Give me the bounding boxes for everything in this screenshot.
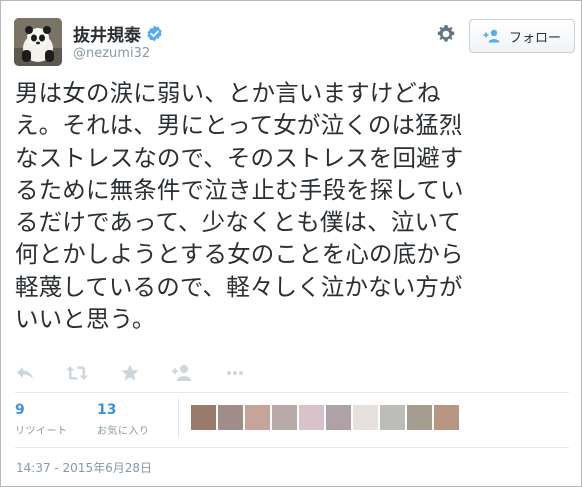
tweet-line: るだけであって、少なくとも僕は、泣いて	[15, 208, 462, 237]
follow-person-icon	[483, 29, 500, 43]
follow-person-icon[interactable]	[171, 363, 193, 383]
tweet-text: 男は女の涙に弱い、とか言いますけどね え。それは、男にとって女が泣くのは猛烈 な…	[15, 77, 573, 335]
follow-label: フォロー	[508, 30, 561, 46]
retweet-count[interactable]: 9	[15, 402, 68, 418]
tweet-line: いいと思う。	[15, 305, 156, 334]
favoriter-avatar[interactable]	[380, 405, 405, 430]
reply-icon[interactable]	[15, 363, 35, 383]
tweet-card: 抜井規泰 @nezumi32 フォロー 男は女の涙に弱い、とか言いますけどね え…	[0, 0, 582, 487]
favoriter-avatar[interactable]	[353, 405, 378, 430]
retweet-label: リツイート	[15, 426, 68, 437]
favoriter-avatar[interactable]	[218, 405, 243, 430]
avatar-image	[14, 18, 62, 66]
user-handle[interactable]: @nezumi32	[73, 46, 150, 61]
follow-button[interactable]: フォロー	[469, 19, 575, 53]
more-icon[interactable]	[225, 363, 245, 383]
divider	[15, 392, 569, 393]
favoriter-avatar[interactable]	[326, 405, 351, 430]
favorite-stat[interactable]: 13 お気に入り	[97, 402, 150, 437]
favoriter-avatar[interactable]	[245, 405, 270, 430]
timestamp[interactable]: 14:37 - 2015年6月28日	[16, 459, 152, 476]
retweet-icon[interactable]	[65, 363, 89, 383]
favoriter-avatar[interactable]	[299, 405, 324, 430]
favorite-count[interactable]: 13	[97, 402, 150, 418]
tweet-line: 軽蔑しているので、軽々しく泣かない方が	[15, 272, 463, 301]
gear-icon[interactable]	[435, 23, 457, 45]
tweet-line: なストレスなので、そのストレスを回避す	[15, 143, 464, 172]
retweet-stat[interactable]: 9 リツイート	[15, 402, 68, 437]
display-name-text[interactable]: 抜井規泰	[73, 21, 141, 46]
display-name[interactable]: 抜井規泰	[73, 21, 163, 46]
stats-separator	[178, 398, 179, 438]
tweet-line: え。それは、男にとって女が泣くのは猛烈	[15, 111, 463, 140]
tweet-line: 何とかしようとする女のことを心の底から	[15, 240, 464, 269]
favoriter-avatar[interactable]	[272, 405, 297, 430]
verified-badge-icon	[147, 25, 162, 42]
favoriter-avatar[interactable]	[434, 405, 459, 430]
divider	[15, 447, 569, 448]
favorite-label: お気に入り	[97, 426, 150, 437]
favoriter-avatar[interactable]	[191, 405, 216, 430]
favoriter-avatars	[191, 405, 459, 430]
favorite-star-icon[interactable]	[120, 363, 140, 383]
tweet-line: 男は女の涙に弱い、とか言いますけどね	[15, 79, 441, 107]
avatar[interactable]	[14, 18, 62, 66]
tweet-line: るために無条件で泣き止む手段を探してい	[15, 175, 464, 204]
favoriter-avatar[interactable]	[407, 405, 432, 430]
